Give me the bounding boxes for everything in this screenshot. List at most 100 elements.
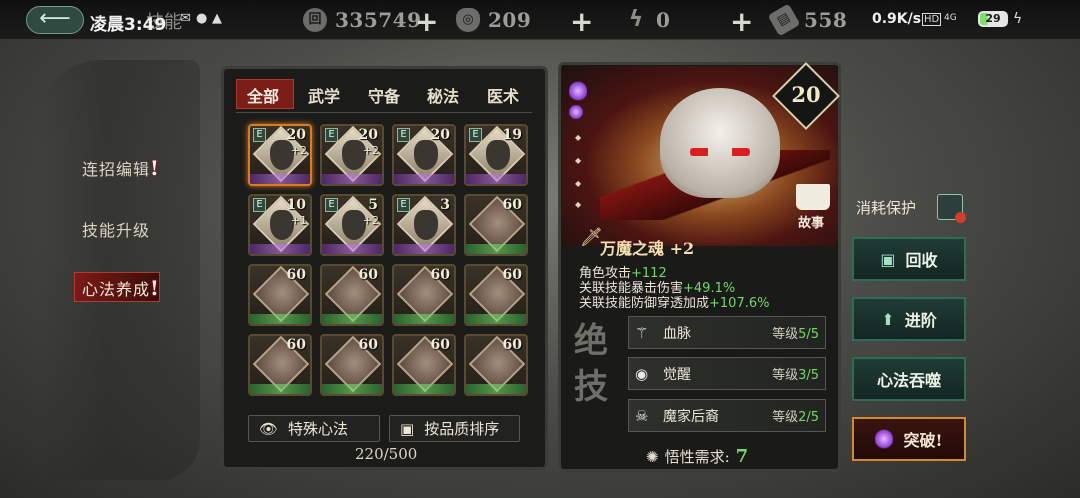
- special-method-button[interactable]: 👁 特殊心法: [248, 415, 380, 442]
- quality-glow: [322, 314, 382, 324]
- skill-card[interactable]: E 5 +2: [320, 194, 384, 256]
- alert-icon: !: [150, 276, 160, 300]
- box-icon: ▣: [880, 249, 896, 269]
- stat-line: 关联技能防御穿透加成+107.6%: [579, 296, 770, 311]
- dot-icon: ◆: [575, 133, 582, 142]
- skill-card[interactable]: E 20 +2: [248, 124, 312, 186]
- quality-glow: [394, 384, 454, 394]
- coin-resource: 回 335749: [303, 6, 422, 34]
- skill-level: 60: [358, 267, 378, 283]
- back-arrow-icon[interactable]: ⟵: [26, 6, 84, 34]
- equipped-badge: E: [253, 198, 266, 212]
- quality-glow: [250, 244, 310, 254]
- quality-glow: [322, 174, 382, 184]
- skill-card[interactable]: E3: [392, 194, 456, 256]
- charging-icon: ϟ: [1013, 11, 1023, 27]
- skill-card[interactable]: 60: [248, 334, 312, 396]
- add-ingot-button[interactable]: +: [570, 5, 593, 38]
- consume-protect-label: 消耗保护: [856, 199, 917, 217]
- skill-level: 5: [368, 197, 378, 213]
- lightning-icon: ϟ: [628, 7, 644, 32]
- coin-icon: 回: [303, 8, 327, 32]
- skill-card[interactable]: E 20: [392, 124, 456, 186]
- quality-glow: [394, 244, 454, 254]
- skill-level: 60: [358, 337, 378, 353]
- skill-level: 3: [440, 197, 450, 213]
- skill-card[interactable]: 60: [392, 264, 456, 326]
- tab-defense[interactable]: 守备: [368, 83, 400, 107]
- tab-secret[interactable]: 秘法: [427, 83, 459, 107]
- ingot-icon: ◎: [456, 8, 480, 32]
- demon-icon: ☠: [635, 406, 649, 425]
- subskill-row[interactable]: ⚚ 血脉 等级5/5: [628, 316, 826, 349]
- skill-plus: +2: [290, 144, 307, 157]
- skill-card[interactable]: 60: [392, 334, 456, 396]
- book-icon[interactable]: [796, 184, 830, 210]
- skill-level: 60: [502, 267, 522, 283]
- stamina-resource: ϟ 0: [624, 6, 670, 34]
- subskill-row[interactable]: ☠ 魔家后裔 等级2/5: [628, 399, 826, 432]
- battery-icon: 29: [978, 11, 1008, 27]
- purple-flame-icon: [569, 104, 583, 120]
- equipped-badge: E: [469, 128, 482, 142]
- add-stamina-button[interactable]: +: [730, 5, 753, 38]
- nav-combo-edit[interactable]: 连招编辑!: [82, 156, 160, 180]
- tab-all[interactable]: 全部: [247, 83, 279, 107]
- skill-plus: +2: [362, 144, 379, 157]
- devour-button[interactable]: 心法吞噬: [852, 357, 966, 401]
- skill-level: 60: [502, 197, 522, 213]
- advance-button[interactable]: ⬆ 进阶: [852, 297, 966, 341]
- skill-level: 60: [286, 267, 306, 283]
- sort-by-quality-button[interactable]: ▣ 按品质排序: [389, 415, 520, 442]
- quality-glow: [394, 314, 454, 324]
- protect-toggle-icon[interactable]: [937, 194, 966, 223]
- quality-glow: [250, 384, 310, 394]
- skill-card[interactable]: E 10 +1: [248, 194, 312, 256]
- tab-martial[interactable]: 武学: [308, 83, 340, 107]
- skill-card[interactable]: 60: [320, 264, 384, 326]
- purple-flame-icon: [875, 428, 894, 450]
- arrow-up-icon: ⬆: [881, 309, 895, 329]
- quality-glow: [322, 244, 382, 254]
- skill-level: 60: [286, 337, 306, 353]
- skill-name: 万魔之魂 +2: [600, 239, 695, 258]
- skill-plus: +1: [290, 214, 307, 227]
- cube-icon: ▣: [400, 419, 415, 438]
- recycle-button[interactable]: ▣ 回收: [852, 237, 966, 281]
- skill-card[interactable]: E 19: [464, 124, 528, 186]
- nav-heart-method[interactable]: 心法养成!: [82, 276, 160, 300]
- skill-card[interactable]: 60: [464, 334, 528, 396]
- character-face: [414, 140, 438, 170]
- quality-glow: [466, 384, 526, 394]
- quality-glow: [250, 314, 310, 324]
- tab-divider: [236, 112, 532, 113]
- story-button[interactable]: 故事: [798, 212, 824, 231]
- dot-icon: ◆: [575, 156, 582, 165]
- add-coin-button[interactable]: +: [415, 5, 438, 38]
- skill-card[interactable]: 60: [248, 264, 312, 326]
- skill-card[interactable]: E 20 +2: [320, 124, 384, 186]
- skill-card[interactable]: 60: [320, 334, 384, 396]
- skill-level: 19: [502, 127, 522, 143]
- network-speed: 0.9K/s: [872, 11, 922, 27]
- skill-plus: +2: [362, 214, 379, 227]
- side-nav: [40, 60, 200, 480]
- skill-level: 60: [502, 337, 522, 353]
- portrait-eyes: [690, 148, 750, 156]
- nav-skill-upgrade[interactable]: 技能升级: [82, 217, 150, 241]
- eye-icon: ◉: [635, 364, 649, 383]
- skill-card[interactable]: 60: [464, 194, 528, 256]
- level-value: 20: [791, 82, 821, 107]
- tab-medicine[interactable]: 医术: [487, 83, 519, 107]
- subskill-row[interactable]: ◉ 觉醒 等级3/5: [628, 357, 826, 390]
- portrait-head: [660, 88, 780, 198]
- skill-card[interactable]: 60: [464, 264, 528, 326]
- breakthrough-button[interactable]: 突破!: [852, 417, 966, 461]
- chat-icon: ●: [196, 11, 208, 26]
- signal-icon: 4G: [944, 13, 957, 23]
- ticket-resource: ▤ 558: [767, 3, 847, 37]
- quality-glow: [466, 174, 526, 184]
- skill-level: 20: [430, 127, 450, 143]
- equipped-badge: E: [397, 198, 410, 212]
- ingot-resource: ◎ 209: [456, 6, 531, 34]
